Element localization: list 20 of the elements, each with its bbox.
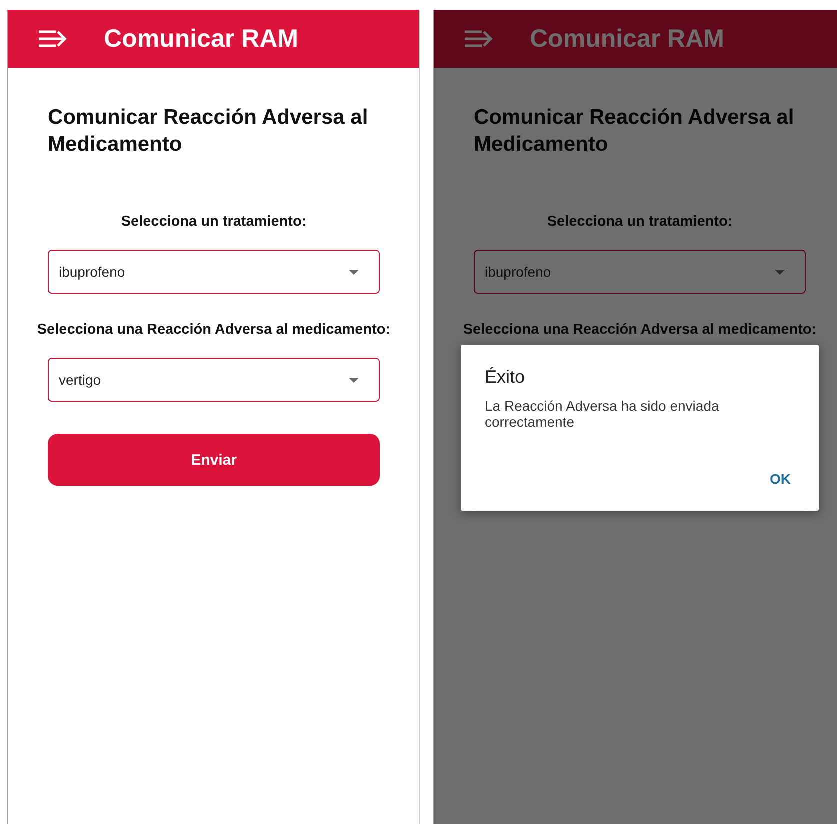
app-title: Comunicar RAM bbox=[104, 24, 298, 54]
send-button[interactable]: Enviar bbox=[48, 434, 380, 486]
dialog-message: La Reacción Adversa ha sido enviada correctamente bbox=[485, 398, 720, 430]
caret-icon bbox=[775, 270, 785, 274]
dropdown-field[interactable]: vertigo bbox=[48, 358, 380, 402]
ok-button[interactable]: OK bbox=[766, 471, 795, 487]
dropdown-field[interactable]: ibuprofeno bbox=[474, 250, 806, 294]
caret-icon bbox=[349, 378, 359, 382]
page-heading: Comunicar Reacción Adversa al Medicamento bbox=[48, 105, 370, 158]
field-label: Selecciona un tratamiento: bbox=[120, 214, 308, 230]
dropdown-field[interactable]: ibuprofeno bbox=[48, 250, 380, 294]
menu-icon[interactable] bbox=[464, 29, 494, 49]
dialog-title: Éxito bbox=[485, 367, 526, 388]
field-label: Selecciona una Reacción Adversa al medicamento: bbox=[462, 322, 818, 338]
field-label: Selecciona un tratamiento: bbox=[546, 214, 734, 230]
menu-icon[interactable] bbox=[38, 29, 68, 49]
page-heading: Comunicar Reacción Adversa al Medicamento bbox=[474, 105, 796, 158]
caret-icon bbox=[349, 270, 359, 274]
app-title: Comunicar RAM bbox=[530, 24, 724, 54]
field-label: Selecciona una Reacción Adversa al medicamento: bbox=[36, 322, 392, 338]
